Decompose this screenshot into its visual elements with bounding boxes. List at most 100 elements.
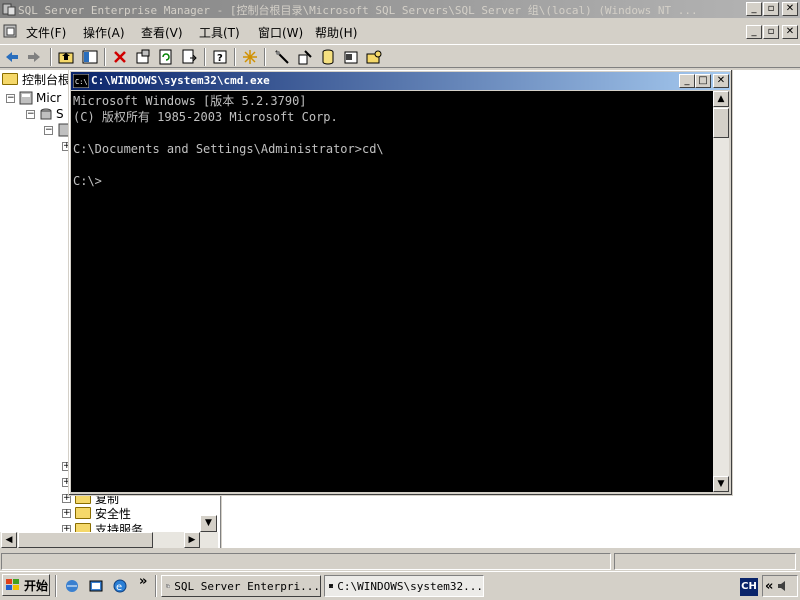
cmd-title-bar[interactable]: C:\ C:\WINDOWS\system32\cmd.exe _ □ ✕ [71, 72, 730, 90]
wizard-icon[interactable] [240, 47, 260, 67]
tree-item-label: 控制台根 [22, 72, 71, 87]
system-tray: « [762, 575, 798, 597]
taskbar-separator [155, 575, 157, 597]
enterprise-manager-icon [2, 3, 16, 16]
main-title-bar[interactable]: SQL Server Enterprise Manager - [控制台根目录\… [0, 0, 800, 18]
new-folder-icon[interactable] [364, 47, 384, 67]
tree-item-label: 安全性 [95, 506, 132, 521]
windows-logo-icon [6, 579, 19, 590]
quicklaunch-explorer-icon[interactable] [88, 578, 104, 597]
task-label: SQL Server Enterpri... [174, 579, 320, 593]
console-line: (C) 版权所有 1985-2003 Microsoft Corp. [73, 110, 338, 124]
tray-expand-chevron[interactable]: « [765, 579, 773, 594]
folder-icon [75, 507, 91, 519]
status-pane [1, 553, 611, 570]
document-window-icon[interactable] [3, 24, 17, 38]
collapse-toggle[interactable]: − [6, 93, 15, 103]
cmd-vertical-scrollbar[interactable]: ▲ ▼ [713, 91, 729, 492]
enterprise-manager-icon [166, 584, 170, 588]
scroll-left-button[interactable]: ◀ [1, 532, 17, 548]
status-bar [0, 551, 800, 570]
cmd-scroll-up-button[interactable]: ▲ [713, 91, 729, 107]
tree-item-console-root[interactable]: 控制台根 [2, 71, 70, 87]
child-restore-button[interactable]: ▫ [763, 25, 779, 39]
cmd-window[interactable]: C:\ C:\WINDOWS\system32\cmd.exe _ □ ✕ Mi… [68, 69, 733, 496]
minimize-button[interactable]: _ [746, 2, 762, 16]
menu-help[interactable]: 帮助(H) [315, 24, 357, 41]
taskbar-button-cmd[interactable]: C:\ C:\WINDOWS\system32... [324, 575, 484, 597]
menu-action[interactable]: 操作(A) [83, 24, 125, 41]
quicklaunch-browser-icon[interactable]: e [112, 578, 128, 597]
up-folder-icon[interactable] [56, 47, 76, 67]
toolbar-separator [264, 48, 266, 66]
help-icon[interactable]: ? [210, 47, 230, 67]
collapse-toggle[interactable]: − [44, 125, 53, 135]
expand-toggle[interactable]: + [62, 508, 71, 518]
menu-tools[interactable]: 工具(T) [199, 24, 240, 41]
folder-icon [2, 73, 18, 85]
menu-bar: 文件(F) 操作(A) 查看(V) 工具(T) 窗口(W) 帮助(H) _ ▫ … [0, 22, 800, 42]
delete-icon[interactable] [110, 47, 130, 67]
status-pane [614, 553, 796, 570]
start-label: 开始 [24, 578, 49, 593]
tree-item-sql-server-group[interactable]: − S [26, 106, 64, 122]
toolbar-separator [204, 48, 206, 66]
task-label: C:\WINDOWS\system32... [337, 579, 483, 593]
svg-text:e: e [116, 582, 122, 593]
volume-icon[interactable] [776, 579, 790, 593]
console-prompt-line: C:\> [73, 174, 102, 188]
show-tree-icon[interactable] [80, 47, 100, 67]
toolbar: ? [0, 44, 800, 68]
cmd-icon: C:\ [329, 584, 334, 588]
language-indicator[interactable]: CH [740, 578, 758, 596]
svg-text:C:\: C:\ [75, 78, 88, 86]
refresh-icon[interactable] [156, 47, 176, 67]
taskbar: 开始 e » SQL Server Enterpri... C:\ C:\WIN… [0, 571, 800, 600]
scroll-thumb[interactable] [18, 532, 153, 548]
tree-horizontal-scrollbar[interactable]: ◀ ▶ [0, 532, 218, 548]
menu-window[interactable]: 窗口(W) [258, 24, 303, 41]
cmd-scroll-thumb[interactable] [713, 108, 729, 138]
cmd-console-output[interactable]: Microsoft Windows [版本 5.2.3790] (C) 版权所有… [71, 91, 713, 492]
menu-file[interactable]: 文件(F) [26, 24, 66, 41]
menu-view[interactable]: 查看(V) [141, 24, 183, 41]
tree-item-local[interactable]: − [44, 122, 71, 138]
start-button[interactable]: 开始 [2, 574, 50, 596]
server-group-icon [19, 91, 33, 105]
tree-item-microsoft-sql-servers[interactable]: − Micr [6, 90, 61, 106]
tree-item-label: S [56, 107, 64, 121]
forward-arrow-icon[interactable] [24, 47, 44, 67]
child-minimize-button[interactable]: _ [746, 25, 762, 39]
restore-button[interactable]: ▫ [763, 2, 779, 16]
child-close-button[interactable]: ✕ [782, 25, 798, 39]
taskbar-separator [55, 575, 57, 597]
cmd-close-button[interactable]: ✕ [713, 74, 729, 88]
quicklaunch-chevron[interactable]: » [139, 574, 147, 589]
tree-item-security[interactable]: + 安全性 [62, 505, 131, 521]
export-list-icon[interactable] [179, 47, 199, 67]
back-arrow-icon[interactable] [2, 47, 22, 67]
main-window-title: SQL Server Enterprise Manager - [控制台根目录\… [18, 4, 698, 17]
quicklaunch-ie-icon[interactable] [64, 578, 80, 597]
database-icon[interactable] [318, 47, 338, 67]
tree-item-label: Micr [36, 91, 62, 105]
toolbar-separator [50, 48, 52, 66]
svg-text:?: ? [217, 53, 223, 64]
cmd-icon[interactable]: C:\ [73, 74, 89, 88]
job-icon[interactable] [341, 47, 361, 67]
properties-icon[interactable] [133, 47, 153, 67]
toolbar-separator [234, 48, 236, 66]
svg-text:C:\: C:\ [330, 586, 333, 588]
taskbar-button-sql-server[interactable]: SQL Server Enterpri... [161, 575, 321, 597]
cmd-maximize-button[interactable]: □ [695, 74, 711, 88]
tree-scroll-down-button[interactable]: ▼ [200, 515, 217, 532]
close-button[interactable]: ✕ [782, 2, 798, 16]
cmd-scroll-down-button[interactable]: ▼ [713, 476, 729, 492]
edit-tool-icon[interactable] [295, 47, 315, 67]
cmd-minimize-button[interactable]: _ [679, 74, 695, 88]
connect-icon[interactable] [272, 47, 292, 67]
scroll-right-button[interactable]: ▶ [184, 532, 200, 548]
collapse-toggle[interactable]: − [26, 109, 35, 119]
server-icon [40, 108, 52, 120]
console-line: Microsoft Windows [版本 5.2.3790] [73, 94, 307, 108]
